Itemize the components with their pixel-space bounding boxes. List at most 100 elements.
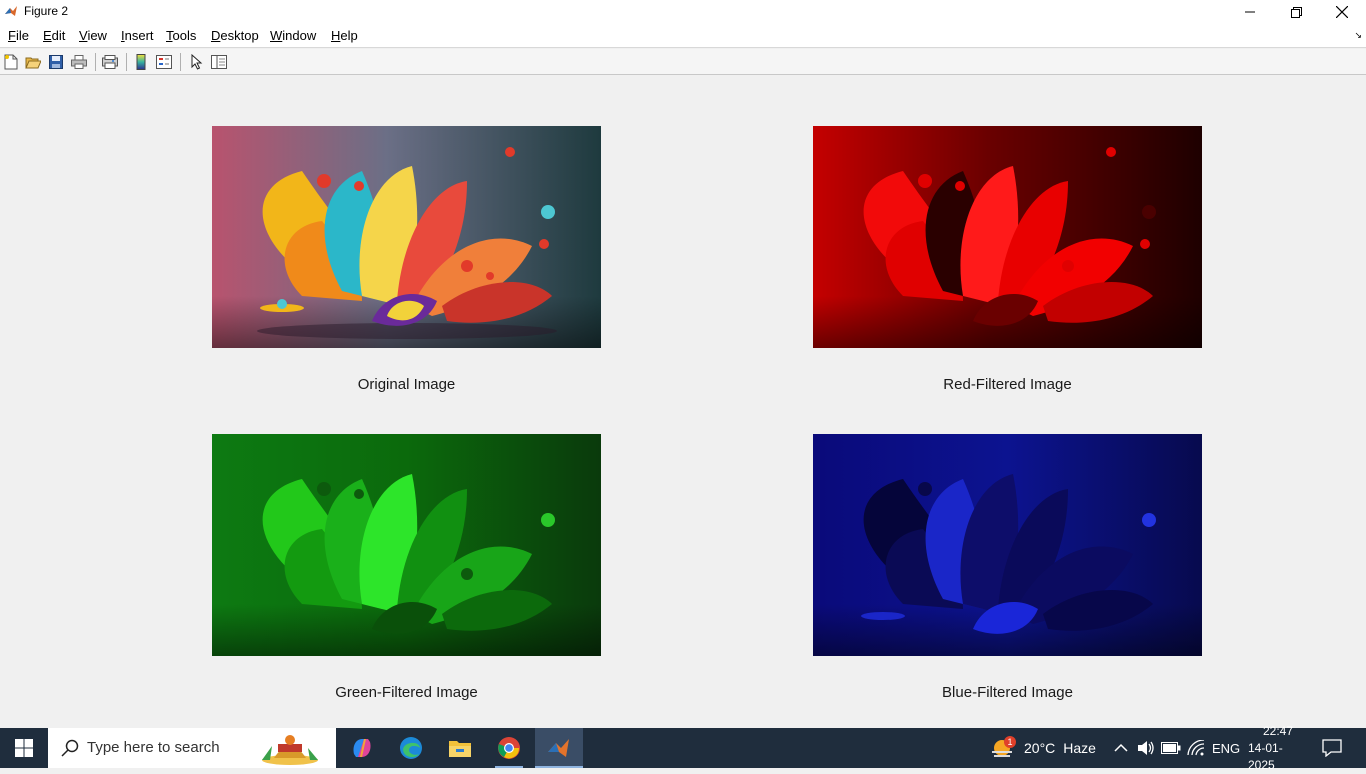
weather-badge: 1 xyxy=(1004,736,1016,748)
edit-plot-pointer-icon xyxy=(191,54,203,70)
menu-file-label: ile xyxy=(15,28,29,43)
menu-help[interactable]: Help xyxy=(331,28,358,43)
print-preview-button[interactable] xyxy=(101,53,119,71)
windows-logo-icon xyxy=(15,739,33,757)
edge-icon xyxy=(400,737,422,759)
volume-button[interactable] xyxy=(1137,728,1155,768)
insert-legend-button[interactable] xyxy=(155,53,173,71)
file-explorer-icon xyxy=(449,741,471,757)
menu-window-mnemonic: W xyxy=(270,28,283,43)
menu-insert-label: nsert xyxy=(124,28,154,43)
close-icon xyxy=(1336,6,1348,18)
title-bar: Figure 2 xyxy=(0,0,1366,24)
battery-icon xyxy=(1161,742,1181,754)
red-filtered-image xyxy=(813,126,1202,348)
windows-taskbar: Type here to search 1 20°C Haze ENG 22:4… xyxy=(0,724,1366,772)
copilot-icon xyxy=(353,739,371,757)
property-inspector-icon xyxy=(211,55,227,69)
menu-view-label: iew xyxy=(87,28,107,43)
matlab-icon xyxy=(548,739,569,757)
taskbar-file-explorer[interactable] xyxy=(438,732,482,764)
menu-bar: File Edit View Insert Tools Desktop Wind… xyxy=(0,24,1366,48)
restore-button[interactable] xyxy=(1273,0,1319,24)
toolbar-separator xyxy=(180,53,181,71)
weather-temp: 20°C xyxy=(1024,740,1056,756)
clock-date: 14-01-2025 xyxy=(1248,740,1283,772)
print-preview-icon xyxy=(102,55,118,69)
start-button[interactable] xyxy=(2,732,46,764)
menu-window[interactable]: Window xyxy=(270,28,316,43)
notification-icon xyxy=(1322,739,1342,757)
legend-icon xyxy=(156,55,172,69)
close-button[interactable] xyxy=(1319,0,1365,24)
menu-help-label: elp xyxy=(340,28,358,43)
toolbar-separator xyxy=(126,53,127,71)
menu-view[interactable]: View xyxy=(79,28,107,43)
colorbar-icon xyxy=(136,54,146,70)
red-filtered-image-caption: Red-Filtered Image xyxy=(943,376,1072,393)
language-indicator[interactable]: ENG xyxy=(1212,728,1240,768)
window-title: Figure 2 xyxy=(24,4,69,18)
weather-condition: Haze xyxy=(1063,740,1096,756)
speaker-icon xyxy=(1138,741,1154,755)
chevron-up-icon xyxy=(1114,743,1128,752)
weather-widget[interactable]: 1 20°C Haze xyxy=(988,728,1096,768)
save-icon xyxy=(49,55,63,69)
taskbar-chrome[interactable] xyxy=(487,732,531,768)
menu-tools-label: ools xyxy=(172,28,197,43)
menu-dock-arrow-icon[interactable]: ↘ xyxy=(1354,30,1362,41)
green-filtered-image-caption: Green-Filtered Image xyxy=(335,684,478,701)
restore-icon xyxy=(1290,6,1302,18)
blue-filtered-image-artwork xyxy=(813,434,1202,656)
language-label: ENG xyxy=(1212,740,1241,756)
blue-filtered-image-caption: Blue-Filtered Image xyxy=(942,684,1073,701)
menu-edit-mnemonic: E xyxy=(43,28,52,43)
menu-insert[interactable]: Insert xyxy=(121,28,154,43)
property-inspector-button[interactable] xyxy=(210,53,228,71)
open-file-button[interactable] xyxy=(24,53,42,71)
menu-desktop[interactable]: Desktop xyxy=(211,28,259,43)
new-figure-button[interactable] xyxy=(2,53,20,71)
minimize-button[interactable] xyxy=(1227,0,1273,24)
new-figure-icon xyxy=(4,54,18,70)
original-image xyxy=(212,126,601,348)
show-hidden-icons-button[interactable] xyxy=(1114,728,1128,768)
menu-desktop-label: esktop xyxy=(220,28,259,43)
taskbar-search-box[interactable]: Type here to search xyxy=(48,728,336,768)
original-image-artwork xyxy=(212,126,601,348)
open-file-icon xyxy=(25,57,41,69)
search-placeholder: Type here to search xyxy=(87,739,220,756)
menu-window-label: indow xyxy=(282,28,317,43)
clock[interactable]: 22:47 14-01-2025 xyxy=(1248,724,1308,772)
menu-file-mnemonic: F xyxy=(8,28,16,43)
green-filtered-image xyxy=(212,434,601,656)
taskbar-edge[interactable] xyxy=(389,732,433,764)
notifications-button[interactable] xyxy=(1322,728,1342,768)
insert-colorbar-button[interactable] xyxy=(132,53,150,71)
search-highlight-icon xyxy=(262,735,318,765)
clock-time: 22:47 xyxy=(1262,723,1294,738)
menu-edit-label: dit xyxy=(51,28,66,43)
taskbar-copilot[interactable] xyxy=(340,732,384,764)
toolbar-separator xyxy=(95,53,96,71)
menu-edit[interactable]: Edit xyxy=(43,28,65,43)
search-icon xyxy=(61,739,79,757)
menu-help-mnemonic: H xyxy=(331,28,341,43)
print-button[interactable] xyxy=(70,53,88,71)
figure-toolbar xyxy=(0,49,1366,75)
network-button[interactable] xyxy=(1187,728,1205,768)
figure-canvas: Original Image Red-Filtered Image Green-… xyxy=(0,76,1366,728)
matlab-logo-icon xyxy=(4,4,18,18)
menu-desktop-mnemonic: D xyxy=(211,28,221,43)
edit-plot-button[interactable] xyxy=(188,53,206,71)
save-button[interactable] xyxy=(47,53,65,71)
green-filtered-image-artwork xyxy=(212,434,601,656)
original-image-caption: Original Image xyxy=(357,376,456,393)
battery-button[interactable] xyxy=(1161,728,1181,768)
print-icon xyxy=(71,55,87,69)
menu-file[interactable]: File xyxy=(8,28,29,43)
chrome-icon xyxy=(498,737,520,759)
taskbar-matlab-active[interactable] xyxy=(535,728,583,768)
blue-filtered-image xyxy=(813,434,1202,656)
menu-tools[interactable]: Tools xyxy=(166,28,196,43)
